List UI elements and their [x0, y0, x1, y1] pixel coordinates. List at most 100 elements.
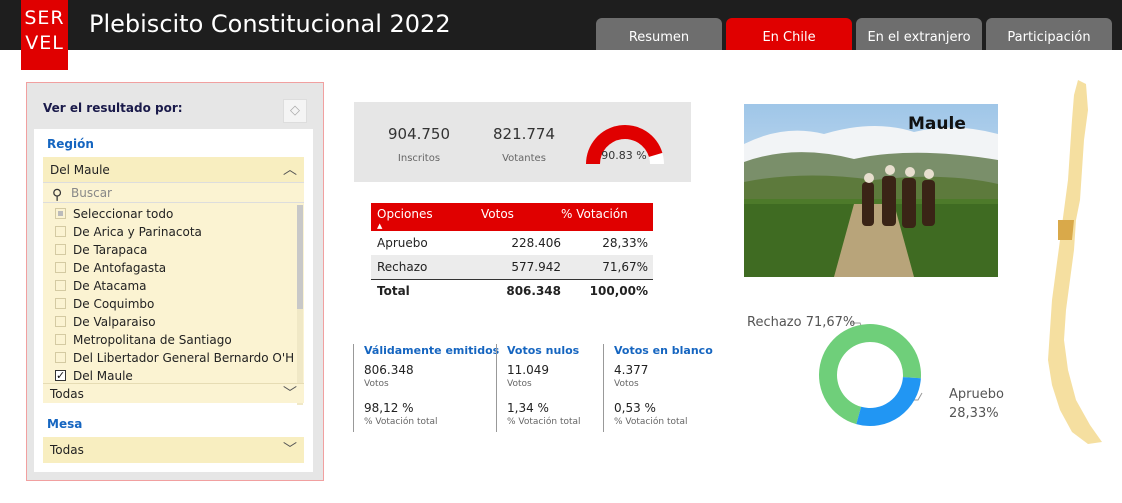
- table-header-row: Opciones ▲ Votos % Votación: [371, 203, 653, 231]
- servel-logo: SER VEL: [21, 0, 68, 70]
- votantes-value: 821.774: [492, 125, 556, 143]
- list-item[interactable]: De Antofagasta: [43, 259, 295, 277]
- stat-pct: 0,53 %: [614, 401, 656, 415]
- mesa-dropdown[interactable]: Todas ﹀: [43, 437, 304, 463]
- cell-votes: 577.942: [481, 255, 561, 279]
- list-item[interactable]: De Arica y Parinacota: [43, 223, 295, 241]
- chevron-down-icon: ﹀: [283, 442, 297, 458]
- list-item[interactable]: Metropolitana de Santiago: [43, 331, 295, 349]
- table-total-row: Total 806.348 100,00%: [371, 278, 653, 303]
- list-item-label: Del Libertador General Bernardo O'Higgin…: [73, 351, 295, 365]
- scrollbar-thumb[interactable]: [297, 205, 303, 309]
- region-dropdown[interactable]: Del Maule ︿: [43, 157, 304, 183]
- results-table: Opciones ▲ Votos % Votación Apruebo 228.4…: [371, 203, 653, 303]
- cell-option: Rechazo: [371, 255, 481, 279]
- cell-pct: 28,33%: [602, 236, 648, 250]
- stat-pct: 98,12 %: [364, 401, 414, 415]
- region-selected-value: Del Maule: [50, 163, 110, 177]
- search-input[interactable]: ⚲ Buscar: [43, 183, 304, 203]
- region-label: Región: [47, 137, 94, 151]
- apruebo-label: Apruebo: [949, 387, 1004, 402]
- column-header-votos[interactable]: Votos: [481, 203, 561, 231]
- filter-box: Región Del Maule ︿ ⚲ Buscar Seleccionar …: [34, 129, 313, 472]
- inscritos-value: 904.750: [387, 125, 451, 143]
- stat-pct-label: % Votación total: [364, 417, 438, 427]
- kpi-box: 904.750 Inscritos 821.774 Votantes 90.83…: [354, 102, 691, 182]
- map-region-maule[interactable]: [1058, 220, 1074, 240]
- sort-up-icon: ▲: [377, 222, 383, 230]
- donut-slice-apruebo[interactable]: [856, 377, 921, 426]
- inscritos-label: Inscritos: [397, 153, 441, 164]
- stat-value: 806.348: [364, 363, 414, 377]
- checkbox-partial[interactable]: [55, 208, 66, 219]
- chile-map-shape[interactable]: [1048, 80, 1102, 444]
- stat-title: Votos nulos: [507, 344, 580, 357]
- list-item-label: De Coquimbo: [73, 297, 155, 311]
- filter-title: Ver el resultado por:: [43, 101, 183, 115]
- chevron-up-icon: ︿: [283, 162, 297, 178]
- region-photo: Maule: [744, 104, 998, 277]
- mesa-label: Mesa: [47, 417, 83, 431]
- tab-en-chile[interactable]: En Chile: [726, 18, 852, 50]
- list-item-label: De Antofagasta: [73, 261, 167, 275]
- cell-votes: 228.406: [511, 236, 561, 250]
- list-item[interactable]: Del Libertador General Bernardo O'Higgin…: [43, 349, 295, 367]
- checkbox[interactable]: [55, 352, 66, 363]
- checkbox[interactable]: [55, 316, 66, 327]
- region-name-label: Maule: [908, 114, 966, 134]
- stat-pct: 1,34 %: [507, 401, 549, 415]
- list-item[interactable]: De Tarapaca: [43, 241, 295, 259]
- cell-pct: 71,67%: [561, 255, 653, 279]
- logo-line-1: SER: [24, 7, 65, 29]
- header-label: Votos: [481, 207, 514, 221]
- logo-line-2: VEL: [25, 32, 64, 54]
- stat-value-label: Votos: [364, 379, 389, 389]
- header-label: % Votación: [561, 207, 628, 221]
- list-item[interactable]: De Valparaiso: [43, 313, 295, 331]
- cell-votes: 806.348: [481, 278, 561, 303]
- stat-value-label: Votos: [614, 379, 639, 389]
- checkbox[interactable]: [55, 226, 66, 237]
- scrollbar[interactable]: [297, 205, 303, 405]
- table-row: Apruebo 228.406 28,33%: [371, 231, 653, 255]
- list-item[interactable]: De Atacama: [43, 277, 295, 295]
- checkbox[interactable]: [55, 280, 66, 291]
- header-label: Opciones: [377, 207, 433, 221]
- stat-value: 11.049: [507, 363, 549, 377]
- checkbox[interactable]: [55, 334, 66, 345]
- comuna-selected-value: Todas: [50, 387, 84, 401]
- stat-pct-label: % Votación total: [614, 417, 688, 427]
- table-row: Rechazo 577.942 71,67%: [371, 255, 653, 279]
- list-item-label: Metropolitana de Santiago: [73, 333, 232, 347]
- checkbox-checked[interactable]: [55, 367, 66, 385]
- cell-pct: 100,00%: [561, 278, 653, 303]
- region-options: Seleccionar todo De Arica y Parinacota D…: [43, 205, 295, 385]
- tab-participacion[interactable]: Participación: [986, 18, 1112, 50]
- stat-pct-label: % Votación total: [507, 417, 581, 427]
- tab-en-el-extranjero[interactable]: En el extranjero: [856, 18, 982, 50]
- list-item-label: De Valparaiso: [73, 315, 156, 329]
- mesa-selected-value: Todas: [50, 443, 84, 457]
- checkbox[interactable]: [55, 298, 66, 309]
- filter-panel: Ver el resultado por: ◇ Región Del Maule…: [26, 82, 324, 481]
- list-item[interactable]: De Coquimbo: [43, 295, 295, 313]
- cell-option: Apruebo: [377, 236, 428, 250]
- column-header-votacion[interactable]: % Votación: [561, 203, 653, 231]
- list-item-label: De Arica y Parinacota: [73, 225, 202, 239]
- option-select-all[interactable]: Seleccionar todo: [43, 205, 295, 223]
- clear-filters-button[interactable]: ◇: [283, 99, 307, 123]
- stat-nulos: Votos nulos 11.049 Votos 1,34 % % Votaci…: [496, 344, 581, 432]
- votantes-label: Votantes: [502, 153, 546, 164]
- column-header-opciones[interactable]: Opciones ▲: [371, 203, 481, 231]
- chevron-down-icon: ﹀: [283, 386, 297, 402]
- checkbox[interactable]: [55, 262, 66, 273]
- list-item-label: Seleccionar todo: [73, 207, 174, 221]
- comuna-dropdown[interactable]: Todas ﹀: [43, 383, 304, 403]
- tab-resumen[interactable]: Resumen: [596, 18, 722, 50]
- stat-value-label: Votos: [507, 379, 532, 389]
- stat-value: 4.377: [614, 363, 649, 377]
- list-item-label: De Tarapaca: [73, 243, 148, 257]
- chile-map[interactable]: [1030, 70, 1110, 450]
- checkbox[interactable]: [55, 244, 66, 255]
- participation-percent: 90.83 %: [601, 149, 647, 162]
